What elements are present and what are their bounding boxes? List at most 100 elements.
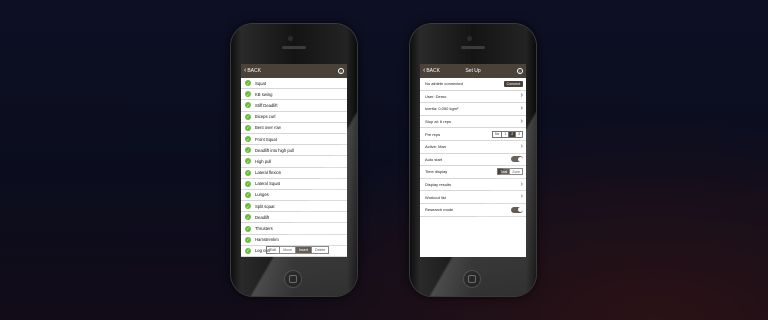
toggle-switch[interactable] [511,156,523,163]
exercise-item[interactable]: ✓ KB swing [241,89,347,101]
exercise-label: Lateral Squat [255,181,280,187]
toggle-switch[interactable] [511,206,523,213]
exercise-item[interactable]: ✓ Lateral Squat [241,179,347,190]
exercise-item[interactable]: ✓ Thrusters [241,223,347,235]
info-icon[interactable]: i [517,68,523,74]
settings-row[interactable]: Research mode [420,204,526,217]
back-label: BACK [426,68,440,74]
segment-option[interactable]: 2 [509,131,517,137]
check-icon: ✓ [245,147,251,154]
settings-row[interactable]: Time display Total Zone [420,166,526,179]
chevron-right-icon: › [520,142,523,150]
speaker [461,46,485,49]
back-button[interactable]: ‹ BACK [423,67,440,74]
check-icon: ✓ [245,236,251,243]
segment-option[interactable]: Zone [510,169,522,174]
check-icon: ✓ [245,136,251,143]
exercise-label: Deadlift [255,214,270,220]
segment-move[interactable]: Move [280,247,296,253]
segment-control[interactable]: No 1 2 3 [491,130,523,138]
check-icon: ✓ [245,113,251,120]
check-icon: ✓ [245,247,251,254]
segment-insert[interactable]: Insert [296,247,312,253]
exercise-item[interactable]: ✓ Split squat [241,201,347,213]
check-icon: ✓ [245,214,251,221]
exercise-item[interactable]: ✓ Deadlift [241,212,347,224]
settings-label: Stop at: 6 reps [425,119,452,125]
settings-label: Time display [425,169,448,175]
segment-option[interactable]: Total [498,169,511,175]
settings-label: Inertia: 0,050 kgm² [425,106,459,112]
check-icon: ✓ [245,180,251,187]
exercise-item[interactable]: ✓ Hamstrenkm [241,235,347,246]
exercise-label: Front Squat [255,136,277,142]
exercise-label: KB swing [255,91,273,97]
segment-edit[interactable]: Edit [267,247,281,253]
check-icon: ✓ [245,191,251,198]
settings-row[interactable]: Pre reps No 1 2 3 [420,128,526,141]
exercise-item[interactable]: ✓ Stiff Deadlift [241,100,347,112]
exercise-item[interactable]: ✓ Front Squat [241,134,347,146]
segment-option[interactable]: 3 [516,132,522,137]
top-bar: ‹ BACK i [241,64,347,78]
settings-label: Research mode [425,207,454,213]
chevron-right-icon: › [520,104,523,112]
exercise-list: ✓ Squat ✓ KB swing ✓ Stiff Deadlift ✓ Biceps cu… [241,78,347,257]
segment-control[interactable]: Total Zone [497,168,523,176]
chevron-left-icon: ‹ [423,67,426,74]
exercise-label: Deadlift into high pull [255,147,294,153]
settings-row[interactable]: Workout list › [420,191,526,204]
check-icon: ✓ [245,91,251,98]
phone-right: ‹ BACK Set Up i No athlete connected Conn… [410,24,536,296]
back-label: BACK [247,68,261,74]
back-button[interactable]: ‹ BACK [244,67,261,74]
chevron-right-icon: › [520,193,523,201]
exercise-item[interactable]: ✓ High pull [241,156,347,168]
home-button[interactable] [284,270,302,288]
segment-option[interactable]: No [493,131,503,137]
settings-label: Display results [425,182,452,188]
exercise-label: Lateral flexion [255,170,282,176]
edit-segment-control[interactable]: Edit Move Insert Delete [266,246,330,254]
settings-row[interactable]: User: Demo › [420,91,526,104]
check-icon: ✓ [245,169,251,176]
exercise-label: Split squat [255,203,275,209]
check-icon: ✓ [245,80,251,87]
check-icon: ✓ [245,203,251,210]
exercise-item[interactable]: ✓ Squat [241,78,347,90]
speaker [282,46,306,49]
exercise-label: High pull [255,158,272,164]
check-icon: ✓ [245,225,251,232]
settings-row[interactable]: No athlete connected Connect [420,78,526,91]
settings-label: Workout list [425,194,446,200]
home-button[interactable] [463,270,481,288]
exercise-label: Thrusters [255,226,273,232]
check-icon: ✓ [245,102,251,109]
info-icon[interactable]: i [338,68,344,74]
setup-screen: ‹ BACK Set Up i No athlete connected Conn… [420,64,526,257]
settings-row[interactable]: Auto start [420,154,526,167]
settings-row[interactable]: Inertia: 0,050 kgm² › [420,103,526,116]
chevron-right-icon: › [520,180,523,188]
settings-label: No athlete connected [425,81,463,87]
segment-delete[interactable]: Delete [312,247,328,253]
exercise-label: Bent over row [255,125,281,131]
segment-option[interactable]: 1 [502,131,510,137]
exercise-item[interactable]: ✓ Biceps curl [241,112,347,123]
camera [288,36,293,41]
settings-label: Active: Man [425,144,446,150]
check-icon: ✓ [245,158,251,165]
exercise-item[interactable]: ✓ Deadlift into high pull [241,145,347,157]
exercise-item[interactable]: ✓ Bent over row [241,123,347,134]
settings-row[interactable]: Display results › [420,179,526,192]
exercise-item[interactable]: ✓ Lateral flexion [241,168,347,179]
exercise-item[interactable]: ✓ Lunges [241,190,347,202]
settings-label: Auto start [425,156,443,162]
exercise-label: Lunges [255,192,269,198]
exercise-label: Squat [255,80,266,86]
settings-row[interactable]: Stop at: 6 reps › [420,116,526,129]
connect-button[interactable]: Connect [503,80,523,87]
settings-label: Pre reps [425,131,441,137]
camera [467,36,472,41]
settings-row[interactable]: Active: Man › [420,141,526,154]
